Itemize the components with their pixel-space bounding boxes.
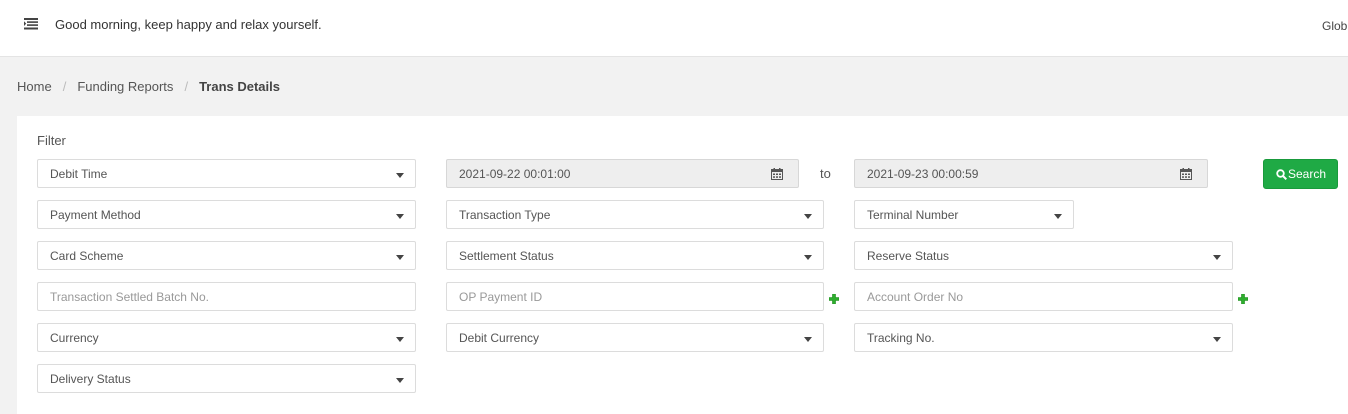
time-type-value: Debit Time	[50, 167, 108, 181]
settlement-status-value: Settlement Status	[459, 249, 554, 263]
greeting-text: Good morning, keep happy and relax yours…	[55, 17, 322, 32]
breadcrumb-current: Trans Details	[199, 79, 280, 94]
terminal-number-value: Terminal Number	[867, 208, 959, 222]
breadcrumb: Home / Funding Reports / Trans Details	[17, 79, 280, 94]
breadcrumb-funding-reports[interactable]: Funding Reports	[77, 79, 173, 94]
terminal-number-select[interactable]: Terminal Number	[854, 200, 1074, 229]
card-scheme-value: Card Scheme	[50, 249, 124, 263]
chevron-down-icon	[1213, 255, 1221, 260]
delivery-status-select[interactable]: Delivery Status	[37, 364, 416, 393]
tracking-no-select[interactable]: Tracking No.	[854, 323, 1233, 352]
search-button[interactable]: Search	[1263, 159, 1338, 189]
filter-panel: Filter Debit Time 2021-09-22 00:01:00 to…	[17, 116, 1348, 414]
time-type-select[interactable]: Debit Time	[37, 159, 416, 188]
chevron-down-icon	[396, 378, 404, 383]
breadcrumb-separator: /	[62, 79, 67, 94]
chevron-down-icon	[1054, 214, 1062, 219]
settlement-status-select[interactable]: Settlement Status	[446, 241, 824, 270]
date-to-input[interactable]: 2021-09-23 00:00:59	[854, 159, 1208, 188]
top-bar: Good morning, keep happy and relax yours…	[0, 0, 1348, 57]
breadcrumb-home[interactable]: Home	[17, 79, 52, 94]
menu-list-icon[interactable]	[24, 18, 38, 30]
filter-title: Filter	[37, 133, 66, 148]
account-order-no-input[interactable]	[854, 282, 1233, 311]
global-menu-text[interactable]: Glob	[1322, 19, 1347, 33]
calendar-icon[interactable]	[1180, 168, 1192, 180]
date-to-value: 2021-09-23 00:00:59	[867, 167, 979, 181]
add-plus-icon[interactable]	[829, 294, 839, 304]
card-scheme-select[interactable]: Card Scheme	[37, 241, 416, 270]
calendar-icon[interactable]	[771, 168, 783, 180]
date-from-value: 2021-09-22 00:01:00	[459, 167, 571, 181]
to-label: to	[820, 166, 831, 181]
delivery-status-value: Delivery Status	[50, 372, 131, 386]
debit-currency-select[interactable]: Debit Currency	[446, 323, 824, 352]
reserve-status-value: Reserve Status	[867, 249, 950, 263]
reserve-status-select[interactable]: Reserve Status	[854, 241, 1233, 270]
date-from-input[interactable]: 2021-09-22 00:01:00	[446, 159, 799, 188]
chevron-down-icon	[396, 255, 404, 260]
debit-currency-value: Debit Currency	[459, 331, 540, 345]
tracking-no-value: Tracking No.	[867, 331, 935, 345]
payment-method-select[interactable]: Payment Method	[37, 200, 416, 229]
add-plus-icon[interactable]	[1238, 294, 1248, 304]
currency-select[interactable]: Currency	[37, 323, 416, 352]
transaction-type-select[interactable]: Transaction Type	[446, 200, 824, 229]
chevron-down-icon	[1213, 337, 1221, 342]
payment-method-value: Payment Method	[50, 208, 141, 222]
chevron-down-icon	[396, 173, 404, 178]
chevron-down-icon	[804, 214, 812, 219]
transaction-type-value: Transaction Type	[459, 208, 551, 222]
chevron-down-icon	[804, 337, 812, 342]
batch-no-input[interactable]	[37, 282, 416, 311]
search-icon	[1276, 169, 1287, 180]
search-button-label: Search	[1288, 167, 1327, 181]
chevron-down-icon	[804, 255, 812, 260]
chevron-down-icon	[396, 214, 404, 219]
op-payment-id-input[interactable]	[446, 282, 824, 311]
chevron-down-icon	[396, 337, 404, 342]
breadcrumb-separator: /	[184, 79, 189, 94]
currency-value: Currency	[50, 331, 99, 345]
